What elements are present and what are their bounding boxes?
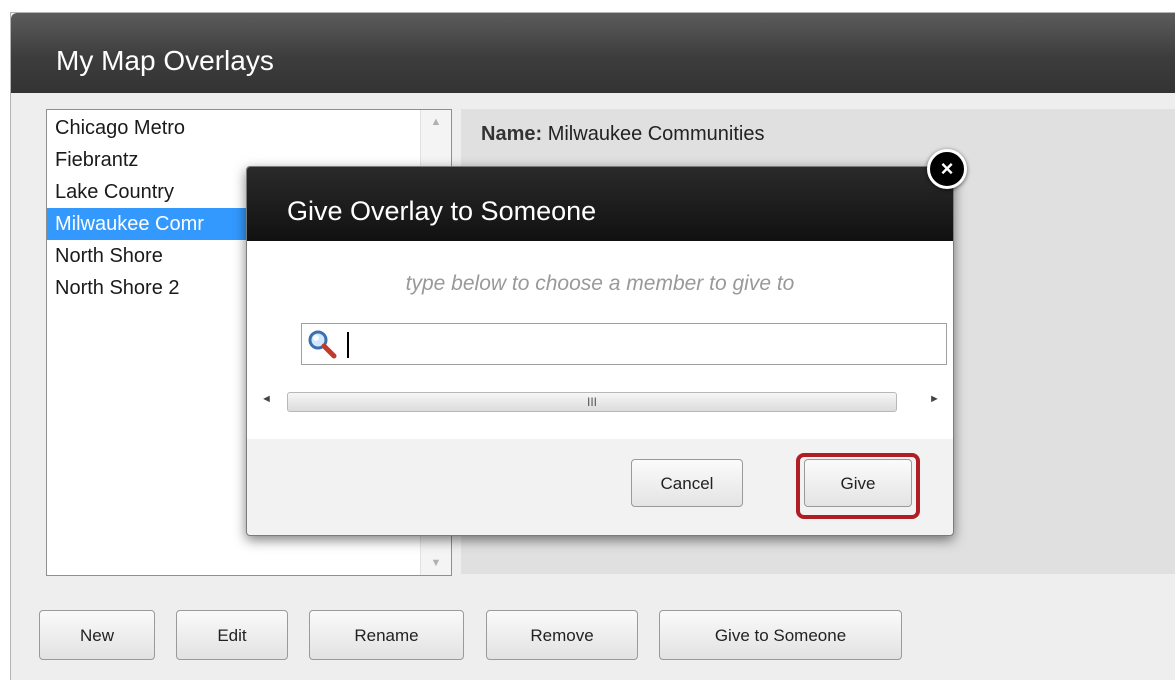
scroll-up-icon[interactable]: ▲ — [421, 110, 451, 134]
overlay-name: Name: Milwaukee Communities — [481, 123, 764, 146]
cancel-button[interactable]: Cancel — [631, 459, 743, 507]
dialog-header: Give Overlay to Someone — [247, 167, 953, 241]
list-item[interactable]: Chicago Metro — [47, 112, 415, 144]
scroll-right-icon[interactable]: ► — [929, 393, 940, 405]
scroll-thumb[interactable]: III — [287, 392, 897, 412]
search-icon — [306, 328, 338, 365]
name-label: Name: — [481, 123, 543, 145]
new-button[interactable]: New — [39, 610, 155, 660]
member-search-input[interactable] — [301, 323, 947, 365]
remove-button[interactable]: Remove — [486, 610, 638, 660]
member-hint: type below to choose a member to give to — [405, 272, 795, 295]
dialog-hscrollbar[interactable]: ◄ III ► — [253, 387, 947, 417]
edit-button[interactable]: Edit — [176, 610, 288, 660]
close-icon[interactable]: × — [927, 149, 967, 189]
rename-button[interactable]: Rename — [309, 610, 464, 660]
scroll-left-icon[interactable]: ◄ — [261, 393, 272, 405]
dialog-body: type below to choose a member to give to… — [247, 241, 953, 439]
scroll-down-icon[interactable]: ▼ — [421, 551, 451, 575]
text-caret — [347, 332, 349, 358]
give-button-highlight — [796, 453, 920, 519]
give-to-someone-button[interactable]: Give to Someone — [659, 610, 902, 660]
window-title: My Map Overlays — [56, 45, 274, 76]
dialog-title: Give Overlay to Someone — [287, 196, 597, 226]
scroll-grip: III — [586, 395, 597, 409]
name-value: Milwaukee Communities — [547, 123, 765, 145]
window-titlebar: My Map Overlays — [11, 13, 1175, 93]
